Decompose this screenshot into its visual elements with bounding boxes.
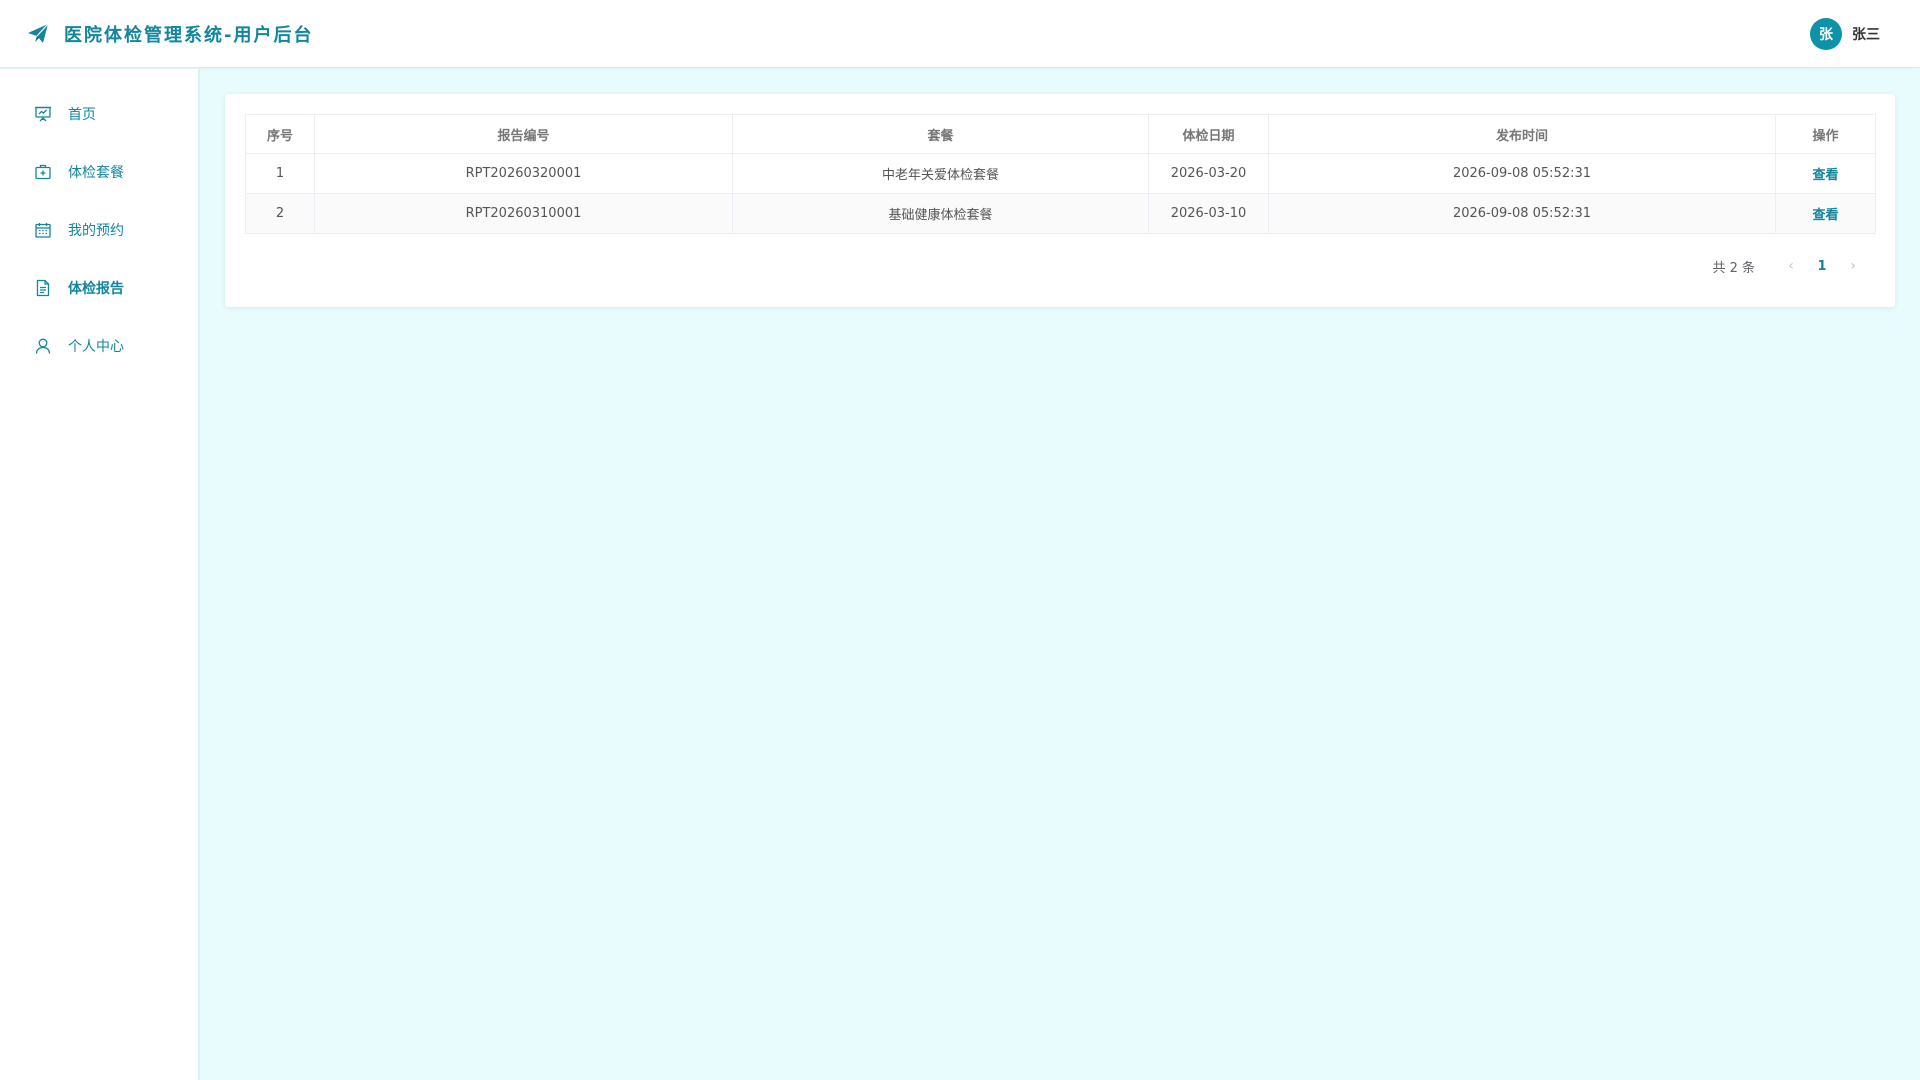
app-title: 医院体检管理系统-用户后台 [64,24,314,46]
sidebar: 首页 体检套餐 我的预约 体检报告 个人中心 [0,69,200,1080]
sidebar-item-label: 首页 [68,107,96,123]
chevron-right-icon[interactable]: › [1841,254,1865,278]
sidebar-item-reports[interactable]: 体检报告 [0,259,198,317]
cell-package: 基础健康体检套餐 [732,193,1149,234]
username[interactable]: 张三 [1852,24,1880,44]
cell-index: 1 [245,153,315,194]
table-row: 1 RPT20260320001 中老年关爱体检套餐 2026-03-20 20… [245,153,1876,194]
presentation-board-icon [35,106,51,122]
sidebar-item-home[interactable]: 首页 [0,85,198,143]
paper-plane-icon [28,23,49,43]
column-header: 套餐 [732,114,1149,154]
view-report-button[interactable]: 查看 [1812,208,1838,223]
column-header: 序号 [245,114,315,154]
user-icon [35,338,51,354]
column-header: 发布时间 [1268,114,1776,154]
cell-package: 中老年关爱体检套餐 [732,153,1149,194]
cell-action: 查看 [1775,193,1876,234]
calendar-icon [35,223,51,238]
sidebar-item-label: 个人中心 [68,339,124,355]
medical-kit-icon [35,164,51,180]
avatar[interactable]: 张 [1810,17,1842,50]
sidebar-item-label: 我的预约 [68,223,124,239]
cell-exam-date: 2026-03-20 [1148,153,1269,194]
report-table: 序号 报告编号 套餐 体检日期 发布时间 操作 1 RPT20260320001… [245,114,1876,234]
pagination-total: 共 2 条 [1712,260,1755,276]
sidebar-item-label: 体检套餐 [68,165,124,181]
pagination: 共 2 条 ‹ 1 › [1712,254,1865,278]
cell-report-no: RPT20260310001 [314,193,733,234]
cell-report-no: RPT20260320001 [314,153,733,194]
sidebar-item-label: 体检报告 [68,281,124,297]
column-header: 体检日期 [1148,114,1269,154]
top-header: 医院体检管理系统-用户后台 张 张三 [0,0,1920,68]
sidebar-item-profile[interactable]: 个人中心 [0,317,198,375]
document-icon [36,279,50,297]
report-panel: 序号 报告编号 套餐 体检日期 发布时间 操作 1 RPT20260320001… [225,94,1895,307]
brand: 医院体检管理系统-用户后台 [26,21,313,47]
sidebar-item-appointments[interactable]: 我的预约 [0,201,198,259]
table-row: 2 RPT20260310001 基础健康体检套餐 2026-03-10 202… [245,193,1876,234]
pagination-page-current[interactable]: 1 [1807,254,1837,278]
column-header: 操作 [1775,114,1876,154]
column-header: 报告编号 [314,114,733,154]
chevron-left-icon[interactable]: ‹ [1779,254,1803,278]
view-report-button[interactable]: 查看 [1812,168,1838,183]
cell-index: 2 [245,193,315,234]
cell-publish-time: 2026-09-08 05:52:31 [1268,153,1776,194]
user-menu[interactable]: 张 张三 [1810,17,1880,50]
cell-publish-time: 2026-09-08 05:52:31 [1268,193,1776,234]
cell-exam-date: 2026-03-10 [1148,193,1269,234]
table-header-row: 序号 报告编号 套餐 体检日期 发布时间 操作 [245,114,1876,154]
sidebar-item-packages[interactable]: 体检套餐 [0,143,198,201]
cell-action: 查看 [1775,153,1876,194]
